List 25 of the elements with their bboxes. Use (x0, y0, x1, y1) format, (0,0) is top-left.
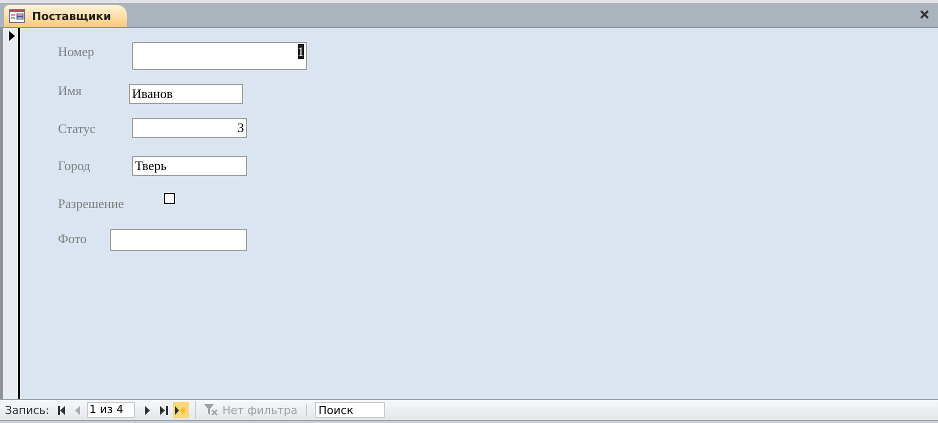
field-label: Разрешение (58, 195, 125, 212)
next-record-icon[interactable] (145, 406, 152, 414)
input-field[interactable]: 1 (132, 42, 307, 70)
field-label: Город (58, 157, 92, 174)
field-label: Имя (58, 83, 83, 99)
record-label: Запись: (5, 404, 50, 416)
checkbox[interactable] (164, 193, 175, 204)
current-record-icon (9, 31, 15, 41)
field-label: Номер (58, 43, 96, 60)
field-label: Статус (58, 120, 97, 137)
new-record-icon[interactable] (175, 406, 188, 414)
close-icon[interactable] (920, 10, 929, 19)
form-icon (9, 9, 25, 23)
input-field[interactable] (110, 229, 247, 251)
search-field[interactable]: Поиск (314, 402, 385, 418)
first-record-icon[interactable] (58, 406, 66, 414)
filter-icon (204, 404, 218, 416)
last-record-icon[interactable] (160, 406, 168, 414)
input-field[interactable]: Тверь (132, 156, 247, 176)
record-position-field[interactable]: 1 из 4 (87, 402, 136, 418)
input-field[interactable]: 3 (132, 118, 247, 138)
input-field[interactable]: Иванов (129, 84, 243, 104)
document-tab[interactable]: Поставщики (4, 5, 128, 27)
tab-title: Поставщики (32, 10, 112, 22)
field-label: Фото (58, 230, 88, 247)
